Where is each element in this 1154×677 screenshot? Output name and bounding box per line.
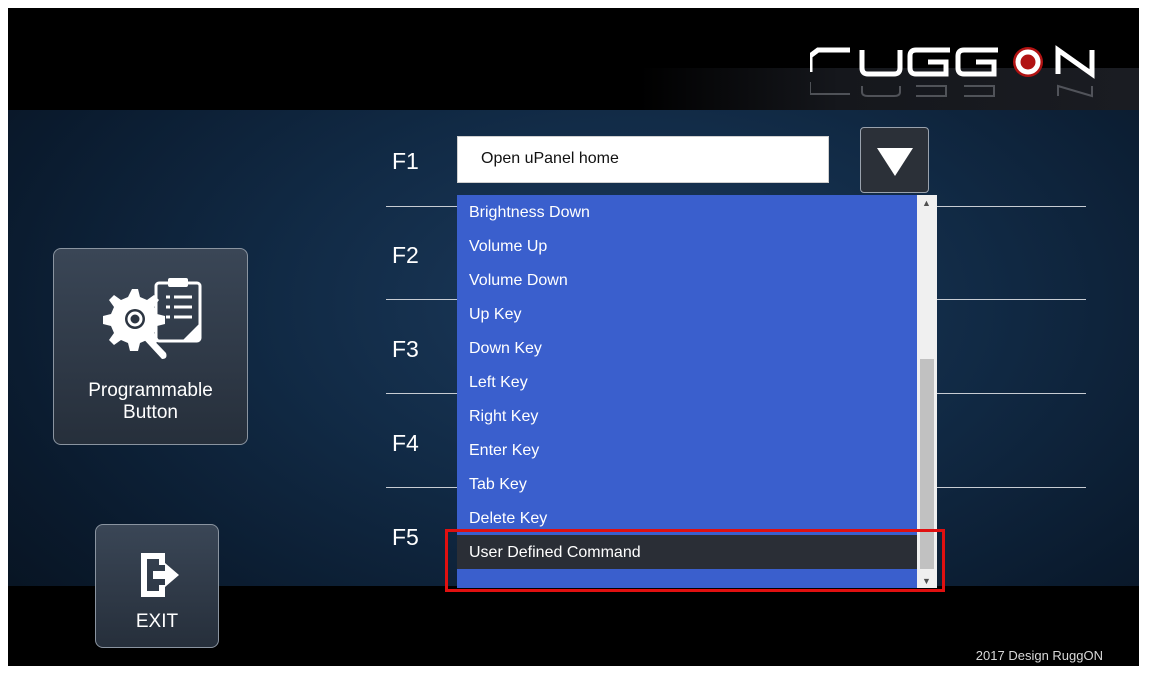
option-down-key[interactable]: Down Key (457, 330, 917, 364)
f1-label: F1 (392, 148, 419, 174)
option-volume-up[interactable]: Volume Up (457, 228, 917, 262)
dropdown-scrollbar[interactable]: ▲ ▼ (917, 195, 937, 588)
option-enter-key[interactable]: Enter Key (457, 432, 917, 466)
programmable-button[interactable]: Programmable Button (53, 248, 248, 445)
option-up-key[interactable]: Up Key (457, 296, 917, 330)
scroll-thumb[interactable] (920, 359, 934, 569)
f1-dropdown-button[interactable] (860, 127, 929, 193)
f2-label: F2 (392, 242, 419, 268)
f3-label: F3 (392, 336, 419, 362)
ruggon-logo (810, 45, 1095, 98)
option-volume-down[interactable]: Volume Down (457, 262, 917, 296)
f5-label: F5 (392, 524, 419, 550)
option-right-key[interactable]: Right Key (457, 398, 917, 432)
option-brightness-down[interactable]: Brightness Down (457, 195, 917, 229)
exit-button[interactable]: EXIT (95, 524, 219, 648)
footer-copyright: 2017 Design RuggON (975, 648, 1103, 663)
programmable-label: Programmable (88, 380, 213, 401)
f1-dropdown-list: Brightness Down Volume Up Volume Down Up… (457, 195, 937, 588)
option-left-key[interactable]: Left Key (457, 364, 917, 398)
f1-action-field[interactable]: Open uPanel home (457, 136, 829, 183)
option-delete-key[interactable]: Delete Key (457, 500, 917, 534)
exit-door-icon (141, 553, 179, 597)
triangle-down-icon (877, 148, 913, 176)
option-user-defined-command[interactable]: User Defined Command (457, 535, 917, 569)
exit-label: EXIT (135, 611, 179, 632)
scroll-up-icon[interactable]: ▲ (922, 198, 931, 208)
gear-clipboard-icon (103, 278, 202, 359)
header-bar (8, 8, 1139, 110)
scroll-down-icon[interactable]: ▼ (922, 576, 931, 586)
option-tab-key[interactable]: Tab Key (457, 466, 917, 500)
f4-label: F4 (392, 430, 419, 456)
app-window: 2017 Design RuggON Programmable Button E… (8, 8, 1139, 666)
button-label: Button (123, 402, 178, 423)
